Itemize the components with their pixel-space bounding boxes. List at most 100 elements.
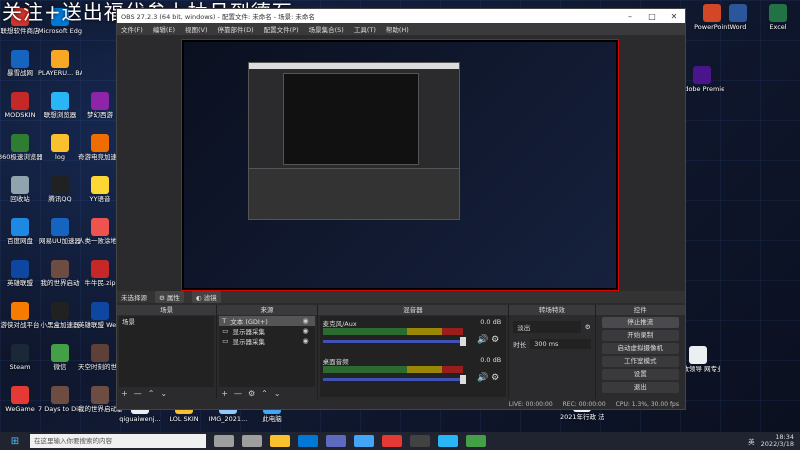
desktop-icon[interactable]: 我的世界启动 [38,260,82,287]
desktop-icon[interactable]: Adobe Premiere ... [680,66,724,93]
edge-icon[interactable] [298,435,318,447]
add-icon[interactable]: + [121,389,128,398]
menu-item[interactable]: 停靠部件(D) [218,24,254,34]
volume-meter [322,366,464,373]
desktop-icon[interactable]: 360极速浏览器 [0,134,42,161]
qq-icon[interactable] [438,435,458,447]
no-source-label: 未选择源 [121,294,147,302]
task-view-icon[interactable] [242,435,262,447]
preview-canvas[interactable] [181,39,619,291]
desktop-icon[interactable]: Excel [756,4,800,31]
wegame-icon [11,386,29,404]
close-icon[interactable]: ✕ [663,12,685,21]
filters-label: 滤镜 [203,294,217,302]
start-button[interactable]: ⊞ [0,436,30,447]
slider-knob[interactable] [460,375,467,384]
pubg-icon [51,50,69,68]
control-button[interactable]: 工作室模式 [601,356,679,367]
remove-icon[interactable]: — [134,389,142,398]
language-indicator[interactable]: 英 [748,436,755,446]
menu-item[interactable]: 配置文件(P) [264,24,299,34]
cloud-icon [11,218,29,236]
desktop-icon-label: 联想浏览器 [43,111,77,119]
gear-icon[interactable]: ⚙ [585,323,591,331]
desktop-icon[interactable]: WeGame [0,386,42,413]
menu-item[interactable]: 文件(F) [121,24,143,34]
channel-db: 0.0 dB [480,318,502,326]
control-button[interactable]: 启动虚拟摄像机 [601,343,679,354]
desktop-icon[interactable]: 7 Days to Die [38,386,82,413]
search-input[interactable]: 在这里输入你要搜索的内容 [30,434,206,448]
move-down-icon[interactable]: ⌄ [274,389,281,398]
desktop-icon[interactable]: MODSKIN [0,92,42,119]
desktop-icon-label: MODSKIN [4,111,36,119]
mixer-title: 混音器 [317,305,509,315]
desktop-icon[interactable]: 回收站 [0,176,42,203]
speaker-icon[interactable]: 🔊 ⚙ [477,373,499,383]
control-button[interactable]: 停止推流 [601,317,679,328]
desktop-icon-label: 暴雪战网 [7,69,33,77]
add-icon[interactable]: + [221,389,228,398]
desktop-icon[interactable]: 游侠对战平台 [0,302,42,329]
volume-slider[interactable] [322,375,467,384]
desktop-icon[interactable]: 微信 [38,344,82,371]
desktop-icon[interactable]: 小黑盒加速器 [38,302,82,329]
scene-item[interactable]: 场景 [119,316,214,326]
menu-item[interactable]: 帮助(H) [386,24,409,34]
channel-name: 桌面音频 [322,358,349,366]
desktop-icon[interactable]: 英雄联盟 [0,260,42,287]
desktop-icon[interactable]: 网易UU加速器 [38,218,82,245]
menu-item[interactable]: 场景集合(S) [309,24,344,34]
source-item[interactable]: T 文本 (GDI+) ◉ [219,316,315,326]
menu-item[interactable]: 工具(T) [354,24,376,34]
gear-icon[interactable]: ⚙ [248,389,255,398]
menu-item[interactable]: 编辑(E) [153,24,175,34]
control-button[interactable]: 设置 [601,369,679,380]
steam-icon [11,344,29,362]
speaker-icon[interactable]: 🔊 ⚙ [477,335,499,345]
transition-select[interactable]: 淡出 [513,321,581,333]
cortana-icon[interactable] [214,435,234,447]
store-icon[interactable] [326,435,346,447]
move-down-icon[interactable]: ⌄ [160,389,167,398]
desktop-icon[interactable]: 百度网盘 [0,218,42,245]
clock[interactable]: 18:34 2022/3/18 [761,434,794,448]
control-button[interactable]: 退出 [601,382,679,393]
desktop-icon[interactable]: Word [716,4,760,31]
desktop-icon[interactable]: 联想浏览器 [38,92,82,119]
slider-knob[interactable] [460,337,467,346]
minimize-icon[interactable]: – [619,12,641,21]
remove-icon[interactable]: — [234,389,242,398]
mail-icon[interactable] [354,435,374,447]
obs-window[interactable]: OBS 27.2.3 (64 bit, windows) - 配置文件: 未命名… [116,8,686,410]
nested-preview [283,73,419,165]
eye-icon[interactable]: ◉ [302,317,308,325]
source-item[interactable]: ▭ 显示器采集 ◉ [219,336,314,346]
file-explorer-icon[interactable] [270,435,290,447]
wechat-icon[interactable] [466,435,486,447]
duration-input[interactable]: 300 ms [530,339,591,349]
eye-icon[interactable]: ◉ [302,327,308,335]
properties-button[interactable]: ⚙ 属性 [155,291,184,303]
desktop-icon-label: Word [729,23,747,31]
control-button[interactable]: 开始录制 [601,330,679,341]
desktop-icon[interactable]: 腾讯QQ [38,176,82,203]
desktop-icon[interactable]: Steam [0,344,42,371]
human-fall-flat-icon [91,218,109,236]
eye-icon[interactable]: ◉ [302,337,308,345]
obs-icon[interactable] [410,435,430,447]
source-item[interactable]: ▭ 显示器采集 ◉ [219,326,314,336]
lol-icon [11,260,29,278]
maximize-icon[interactable]: □ [641,12,663,21]
menu-item[interactable]: 视图(V) [185,24,208,34]
cpu-status: CPU: 1.3%, 30.00 fps [615,400,679,408]
desktop-icon[interactable]: 暴雪战网 [0,50,42,77]
move-up-icon[interactable]: ⌃ [261,389,268,398]
desktop-icon[interactable]: PLAYERU... BATTLEGR... [38,50,82,77]
desktop-icon[interactable]: log [38,134,82,161]
lenovo-icon[interactable] [382,435,402,447]
desktop-icon-label: 此电脑 [262,415,282,423]
filters-button[interactable]: ◐ 滤镜 [191,291,221,303]
volume-slider[interactable] [322,337,467,346]
move-up-icon[interactable]: ⌃ [148,389,155,398]
